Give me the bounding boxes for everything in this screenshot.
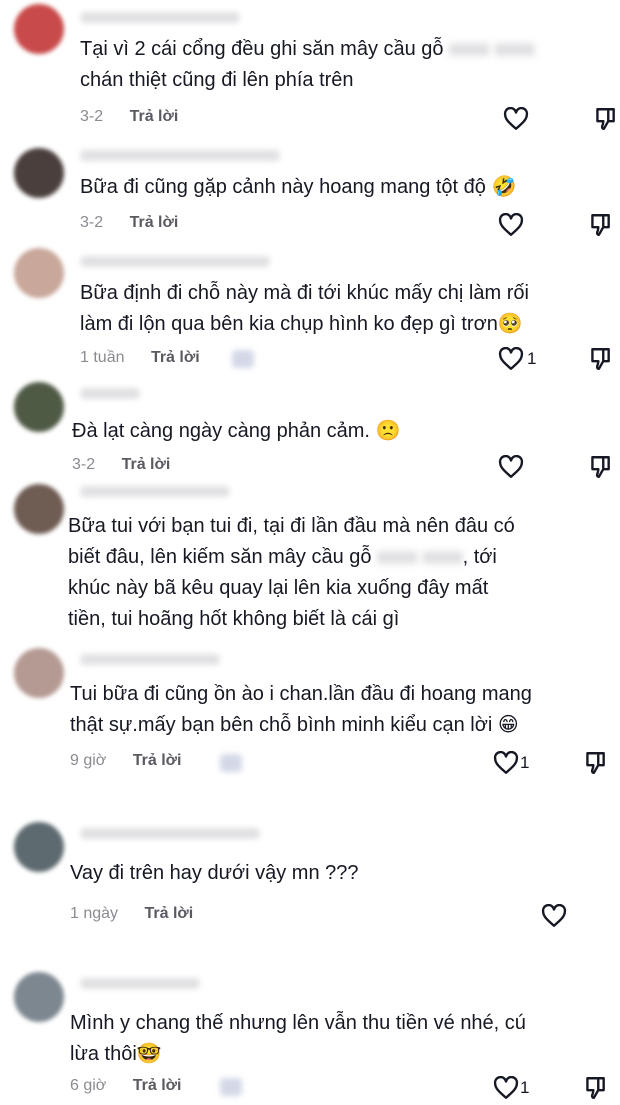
reply-avatar: [220, 1078, 242, 1096]
reply-button[interactable]: Trả lời: [151, 349, 200, 367]
avatar[interactable]: [14, 4, 64, 54]
reply-button[interactable]: Trả lời: [133, 1077, 182, 1095]
username-redacted: [80, 486, 230, 497]
heart-icon[interactable]: [503, 107, 529, 131]
dislike-icon[interactable]: [587, 454, 613, 480]
timestamp: 3-2: [72, 456, 96, 473]
comment-text: Vay đi trên hay dưới vậy mn ???: [70, 862, 359, 884]
dislike-icon[interactable]: [582, 750, 608, 776]
reply-button[interactable]: Trả lời: [122, 456, 171, 474]
like-count: 1: [520, 753, 530, 772]
dislike-icon[interactable]: [582, 1075, 608, 1101]
comment-text: Bữa đi cũng gặp cảnh này hoang mang tột …: [80, 176, 517, 198]
username-redacted: [80, 256, 270, 267]
avatar[interactable]: [14, 484, 64, 534]
avatar[interactable]: [14, 648, 64, 698]
comment-meta: 1 ngày Trả lời: [70, 905, 193, 929]
username-redacted: [80, 150, 280, 161]
comment-meta: 1 tuần Trả lời: [80, 349, 200, 373]
reply-button[interactable]: Trả lời: [130, 108, 179, 126]
avatar[interactable]: [14, 248, 64, 298]
timestamp: 9 giờ: [70, 752, 107, 769]
reply-button[interactable]: Trả lời: [145, 905, 194, 923]
redacted-text: xxxx xxxx: [377, 546, 463, 568]
reply-avatar: [232, 350, 254, 368]
avatar[interactable]: [14, 822, 64, 872]
timestamp: 1 ngày: [70, 905, 119, 922]
heart-icon[interactable]: [541, 904, 567, 928]
reply-avatar: [220, 754, 242, 772]
comment-text: Đà lạt càng ngày càng phản cảm. 🙁: [72, 420, 401, 442]
username-redacted: [80, 654, 220, 665]
avatar[interactable]: [14, 972, 64, 1022]
reply-button[interactable]: Trả lời: [133, 752, 182, 770]
heart-icon[interactable]: [493, 751, 519, 775]
like-count: 1: [520, 1078, 530, 1097]
comment-meta: 3-2 Trả lời: [72, 456, 170, 480]
heart-icon[interactable]: [498, 455, 524, 479]
comment-text: Bữa tui với bạn tui đi, tại đi lần đầu m…: [68, 515, 515, 630]
like-count: 1: [527, 349, 537, 368]
redacted-text: xxxx xxxx: [449, 38, 535, 60]
comment-text: Mình y chang thế nhưng lên vẫn thu tiền …: [70, 1012, 526, 1065]
heart-icon[interactable]: [498, 213, 524, 237]
timestamp: 3-2: [80, 214, 104, 231]
timestamp: 6 giờ: [70, 1077, 107, 1094]
username-redacted: [80, 978, 200, 989]
comment-meta: 6 giờ Trả lời: [70, 1077, 181, 1101]
dislike-icon[interactable]: [592, 106, 618, 132]
dislike-icon[interactable]: [587, 346, 613, 372]
avatar[interactable]: [14, 382, 64, 432]
reply-button[interactable]: Trả lời: [130, 214, 179, 232]
username-redacted: [80, 828, 260, 839]
timestamp: 1 tuần: [80, 349, 125, 366]
avatar[interactable]: [14, 148, 64, 198]
comment-meta: 9 giờ Trả lời: [70, 752, 181, 776]
timestamp: 3-2: [80, 108, 104, 125]
comment-meta: 3-2 Trả lời: [80, 214, 178, 238]
heart-icon[interactable]: [498, 347, 524, 371]
heart-icon[interactable]: [493, 1076, 519, 1100]
comment-text: Bữa định đi chỗ này mà đi tới khúc mấy c…: [80, 282, 529, 335]
username-redacted: [80, 12, 240, 23]
dislike-icon[interactable]: [587, 212, 613, 238]
comment-text: Tại vì 2 cái cổng đều ghi săn mây cầu gỗ…: [80, 38, 535, 91]
username-redacted: [80, 388, 140, 399]
comment-meta: 3-2 Trả lời: [80, 108, 178, 132]
comment-text: Tui bữa đi cũng ồn ào i chan.lần đầu đi …: [70, 683, 532, 736]
